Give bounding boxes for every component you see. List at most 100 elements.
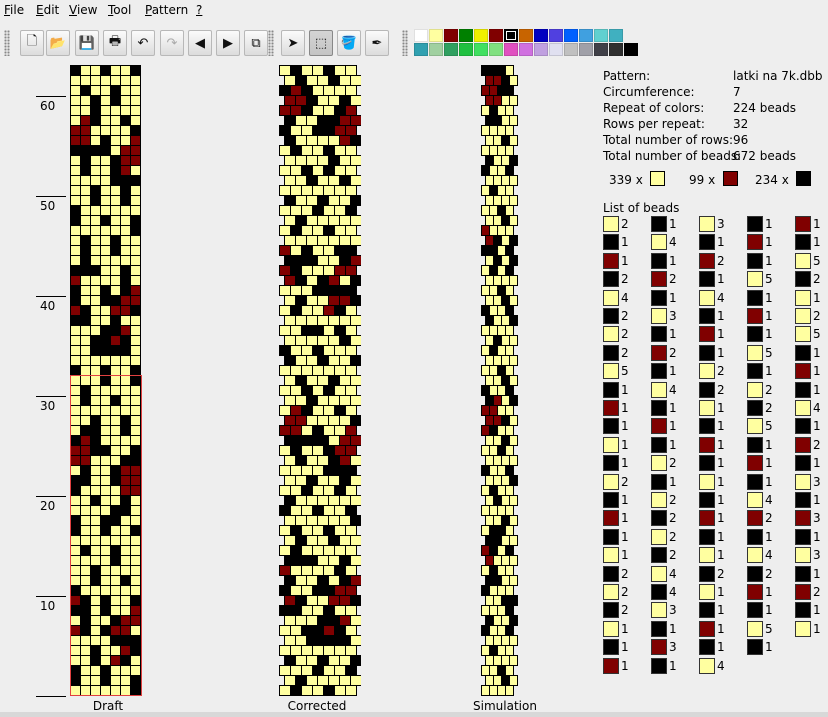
simulation-grid[interactable] [481,65,519,698]
pointer-tool-button[interactable]: ➤ [281,30,305,56]
corrected-bead [301,345,313,356]
draft-bead [90,225,101,236]
palette-swatch[interactable] [489,43,503,56]
select-tool-button[interactable]: ⬚ [309,30,333,56]
palette-swatch[interactable] [429,43,443,56]
palette-swatch[interactable] [444,29,458,42]
bead-list-count: 1 [765,456,773,471]
fill-tool-button[interactable]: 🪣 [337,30,361,56]
print-button[interactable]: 🖶 [103,30,127,56]
palette-swatch[interactable] [474,29,488,42]
previous-button[interactable]: ◀ [188,30,212,56]
simulation-bead [505,365,514,376]
draft-bead [130,455,141,466]
corrected-bead [306,195,318,206]
palette-swatch[interactable] [579,29,593,42]
simulation-bead [481,685,490,696]
open-button[interactable]: 📂 [46,30,70,56]
draft-bead [90,635,101,646]
draft-bead [110,645,121,656]
draft-bead [80,625,91,636]
draft-grid[interactable] [70,65,143,698]
corrected-bead [328,635,340,646]
palette-swatch[interactable] [444,43,458,56]
simulation-bead [501,535,510,546]
palette-swatch[interactable] [459,29,473,42]
palette-swatch[interactable] [504,29,518,42]
bead-list-count: 1 [621,640,629,655]
palette-swatch[interactable] [414,29,428,42]
palette-swatch[interactable] [519,43,533,56]
corrected-bead [306,495,318,506]
copy-button[interactable]: ⧉ [244,30,268,56]
bead-list-item: 1 [795,289,828,306]
toolbar-grip[interactable] [4,30,10,56]
redo-button[interactable]: ↷ [160,30,184,56]
corrected-bead [345,625,357,636]
palette-swatch[interactable] [414,43,428,56]
corrected-bead [295,375,307,386]
corrected-bead [339,275,351,286]
save-button[interactable]: 💾 [75,30,99,56]
bead-list-swatch [795,492,811,508]
bead-list-item: 1 [747,639,787,656]
draft-bead [110,135,121,146]
palette-swatch[interactable] [549,43,563,56]
bead-list-item: 5 [747,418,787,435]
menu-help[interactable]: ? [196,3,202,17]
palette-swatch[interactable] [564,29,578,42]
palette-swatch[interactable] [594,43,608,56]
corrected-bead [350,115,361,126]
palette-swatch[interactable] [579,43,593,56]
palette-swatch[interactable] [624,43,638,56]
corrected-bead [301,285,313,296]
palette-swatch[interactable] [534,43,548,56]
draft-bead [80,205,91,216]
palette-swatch[interactable] [534,29,548,42]
bead-list-swatch [651,344,667,361]
corrected-grid[interactable] [279,65,361,698]
palette-swatch[interactable] [519,29,533,42]
bead-list-item: 1 [699,326,739,343]
corrected-bead [350,315,361,326]
corrected-bead [328,315,340,326]
palette-swatch[interactable] [549,29,563,42]
menu-view[interactable]: View [69,3,97,17]
corrected-bead [350,575,361,586]
menu-pattern[interactable]: Pattern [145,3,188,17]
bead-list-item: 1 [699,455,739,472]
bead-list-swatch [747,473,763,490]
corrected-bead [339,195,351,206]
menu-file[interactable]: File [4,3,24,17]
toolbar-grip[interactable] [402,30,408,56]
corrected-bead [290,485,302,496]
bead-list-item: 2 [747,400,787,416]
palette-swatch[interactable] [594,29,608,42]
draft-bead [70,385,81,396]
toolbar-grip[interactable] [268,30,274,56]
palette-swatch[interactable] [609,29,623,42]
next-button[interactable]: ▶ [216,30,240,56]
palette-swatch[interactable] [459,43,473,56]
corrected-bead [284,375,296,386]
bead-list-count: 1 [621,511,629,526]
palette-swatch[interactable] [474,43,488,56]
palette-swatch[interactable] [504,43,518,56]
menu-edit[interactable]: Edit [36,3,59,17]
palette-swatch[interactable] [609,43,623,56]
corrected-bead [334,185,346,196]
palette-swatch[interactable] [564,43,578,56]
palette-swatch[interactable] [489,29,503,42]
new-button[interactable]: 🗋 [20,30,44,56]
undo-button[interactable]: ↶ [131,30,155,56]
corrected-bead [350,615,361,626]
menu-tool[interactable]: Tool [108,3,131,17]
bead-list-swatch [699,639,715,656]
bead-list-swatch [603,271,619,288]
draft-bead [130,385,141,396]
draft-bead [80,355,91,366]
pipette-tool-button[interactable]: ✒ [365,30,389,56]
bead-list-count: 4 [669,235,677,250]
palette-swatch[interactable] [429,29,443,42]
corrected-bead [295,75,307,86]
